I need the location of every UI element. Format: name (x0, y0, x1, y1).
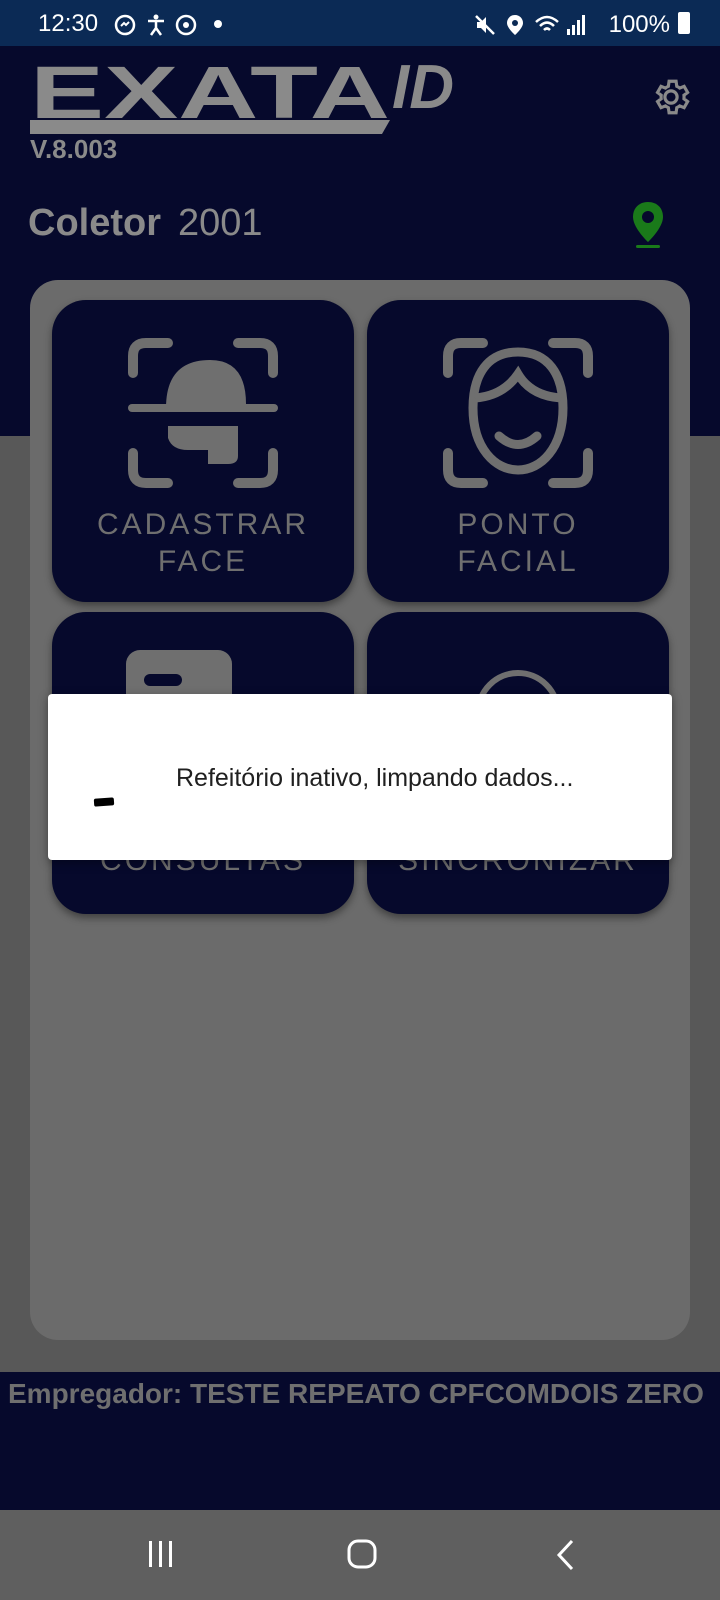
messenger-icon (114, 14, 136, 36)
coletor-value: 2001 (178, 202, 263, 244)
employer-label: Empregador: TESTE REPEATO CPFCOMDOIS ZER… (8, 1378, 704, 1409)
ponto-facial-button[interactable]: PONTO FACIAL (367, 300, 669, 602)
dot-icon (214, 20, 222, 28)
loading-spinner (93, 797, 115, 807)
mute-icon (475, 15, 495, 35)
home-icon[interactable] (346, 1538, 378, 1570)
tile-line2: FACE (157, 545, 249, 578)
wifi-icon (535, 15, 559, 31)
tile-line1: PONTO (457, 508, 579, 541)
battery-percentage: 100% (608, 11, 670, 38)
navigation-bar (0, 1510, 720, 1600)
app-version: V.8.003 (30, 134, 118, 164)
exata-id-logo: EXATA ID (30, 56, 454, 134)
location-pin-icon (633, 202, 663, 248)
svg-text:ID: ID (392, 56, 454, 122)
face-smile-icon (443, 338, 593, 488)
tile-line1: CADASTRAR (96, 508, 310, 541)
dialog-message: Refeitório inativo, limpando dados... (176, 764, 574, 792)
coletor-label: Coletor (28, 202, 161, 244)
battery-icon (678, 12, 690, 34)
location-icon (507, 15, 523, 35)
status-time: 12:30 (38, 10, 99, 37)
recents-icon[interactable] (146, 1539, 176, 1569)
signal-icon (567, 15, 585, 35)
face-scan-icon (128, 338, 278, 488)
sync-icon (175, 14, 197, 36)
tile-line2: FACIAL (457, 545, 579, 578)
back-icon[interactable] (554, 1538, 578, 1572)
progress-dialog: Refeitório inativo, limpando dados... (48, 694, 672, 860)
accessibility-icon (148, 14, 164, 36)
settings-gear-icon[interactable] (650, 76, 692, 118)
status-bar: 12:30 100% (0, 0, 720, 46)
cadastrar-face-button[interactable]: CADASTRAR FACE (52, 300, 354, 602)
